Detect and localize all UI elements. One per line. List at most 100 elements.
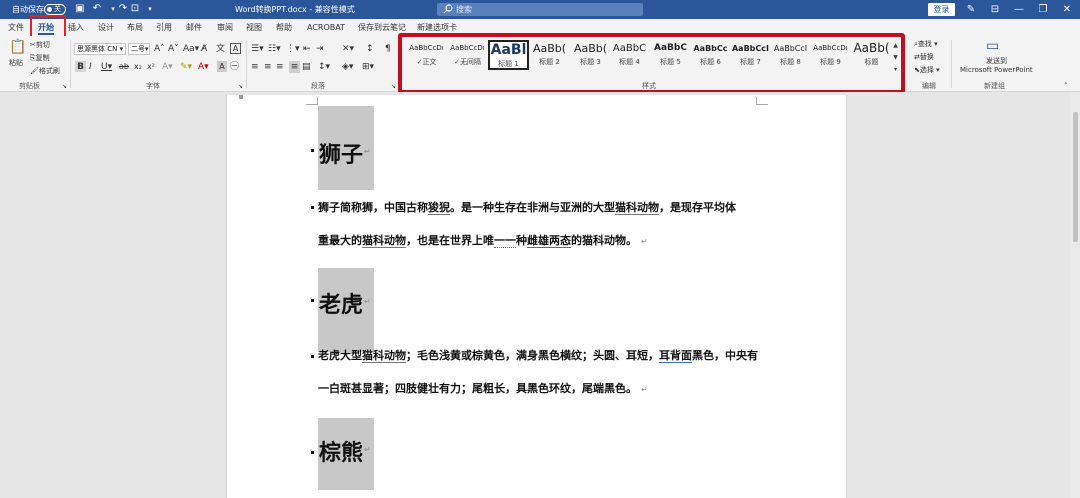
print-preview-icon[interactable]: ⊡ xyxy=(128,2,142,16)
send-to-powerpoint-icon[interactable]: ▭ xyxy=(986,39,999,53)
subscript-icon[interactable]: x₂ xyxy=(134,61,142,73)
gallery-up-icon[interactable]: ▲ xyxy=(893,42,898,49)
style-heading-1[interactable]: AaBl 标题 1 xyxy=(488,40,529,70)
style-heading-9[interactable]: AaBbCcDı 标题 9 xyxy=(810,40,851,70)
strikethrough-icon[interactable]: ab xyxy=(119,61,129,73)
style-heading-5[interactable]: AaBbC 标题 5 xyxy=(650,40,691,70)
heading-brown-bear[interactable]: 棕熊 ↵ xyxy=(318,418,374,490)
borders-icon[interactable]: ⊞▾ xyxy=(362,61,374,73)
paragraph-line[interactable]: 一白斑甚显著；四肢健壮有力；尾粗长，具黑色环纹，尾端黑色。 ↵ xyxy=(318,382,648,397)
line-spacing-icon[interactable]: ↕▾ xyxy=(318,61,330,73)
superscript-icon[interactable]: x² xyxy=(147,61,155,73)
decrease-indent-icon[interactable]: ⇤ xyxy=(303,43,311,55)
tab-file[interactable]: 文件 xyxy=(8,19,24,36)
scrollbar-thumb[interactable] xyxy=(1073,112,1078,242)
style-heading-3[interactable]: AaBb(标题 3 xyxy=(570,40,611,70)
change-case-icon[interactable]: Aa▾ xyxy=(183,43,199,55)
undo-icon[interactable]: ↶ xyxy=(90,2,104,16)
align-right-icon[interactable]: ≡ xyxy=(276,61,284,73)
close-icon[interactable]: ✕ xyxy=(1054,0,1080,19)
replace-button[interactable]: ⇄替换 xyxy=(914,52,934,63)
font-family-select[interactable]: 思源黑体 CN ▾ xyxy=(74,43,126,55)
bold-icon[interactable]: B xyxy=(75,61,86,72)
style-normal[interactable]: AaBbCcDı ✓正文 xyxy=(406,40,447,70)
tab-review[interactable]: 审阅 xyxy=(217,19,233,36)
enclose-char-icon[interactable]: ㊀ xyxy=(230,61,239,73)
heading-text: 棕熊 xyxy=(319,441,364,466)
copy-label: 复制 xyxy=(35,54,50,62)
show-marks-icon[interactable]: ¶ xyxy=(385,43,391,55)
distributed-icon[interactable]: ▤ xyxy=(302,61,311,73)
multilevel-list-icon[interactable]: ⋮▾ xyxy=(286,43,300,55)
gallery-down-icon[interactable]: ▼ xyxy=(893,54,898,61)
grow-font-icon[interactable]: A˄ xyxy=(154,43,165,55)
paragraph-line[interactable]: 老虎大型猫科动物；毛色浅黄或棕黄色，满身黑色横纹；头圆、耳短，耳背面黑色，中央有 xyxy=(318,349,758,363)
underline-icon[interactable]: U▾ xyxy=(101,61,112,73)
style-preview: AaBbCc xyxy=(693,44,728,53)
save-icon[interactable]: ▣ xyxy=(73,2,87,16)
pen-icon[interactable]: ✎ xyxy=(958,0,984,19)
format-painter-button[interactable]: 🖌格式刷 xyxy=(30,66,60,77)
search-box[interactable]: 搜索 xyxy=(437,3,643,16)
phonetic-guide-icon[interactable]: 文 xyxy=(216,43,225,55)
style-heading-2[interactable]: AaBb(标题 2 xyxy=(529,40,570,70)
style-heading-4[interactable]: AaBbC 标题 4 xyxy=(609,40,650,70)
find-button[interactable]: ⌕查找 ▾ xyxy=(914,39,938,50)
highlight-icon[interactable]: ✎▾ xyxy=(180,61,192,73)
tab-mailings[interactable]: 邮件 xyxy=(186,19,202,36)
heading-lion[interactable]: 狮子 ↵ xyxy=(318,106,374,190)
italic-icon[interactable]: I xyxy=(89,61,92,73)
char-shading-icon[interactable]: A xyxy=(217,61,227,72)
select-button[interactable]: ⬉选择 ▾ xyxy=(914,65,940,76)
gallery-more-icon[interactable]: ▾ xyxy=(894,66,897,73)
autosave-toggle[interactable]: 关 xyxy=(44,4,66,15)
collapse-ribbon-icon[interactable]: ˄ xyxy=(1064,80,1068,92)
tab-references[interactable]: 引用 xyxy=(156,19,172,36)
vertical-scrollbar[interactable] xyxy=(1071,92,1080,498)
heading-tiger[interactable]: 老虎 ↵ xyxy=(318,268,374,352)
numbering-icon[interactable]: ☷▾ xyxy=(268,43,281,55)
style-heading-7[interactable]: AaBbCcI 标题 7 xyxy=(730,40,771,70)
tab-insert[interactable]: 插入 xyxy=(68,19,84,36)
justify-icon[interactable]: ≡ xyxy=(289,61,300,73)
cut-button[interactable]: ✂剪切 xyxy=(30,40,50,51)
font-color-icon[interactable]: A▾ xyxy=(198,61,209,73)
style-heading-6[interactable]: AaBbCc 标题 6 xyxy=(690,40,731,70)
style-heading-8[interactable]: AaBbCcI 标题 8 xyxy=(770,40,811,70)
maximize-icon[interactable]: ❐ xyxy=(1030,0,1056,19)
customize-qat-icon[interactable]: ▾ xyxy=(143,2,157,16)
paragraph-line[interactable]: 狮子简称狮，中国古称狻猊。是一种生存在非洲与亚洲的大型猫科动物，是现存平均体 xyxy=(318,201,736,215)
sort-icon[interactable]: ↕ xyxy=(366,43,374,55)
shading-icon[interactable]: ◈▾ xyxy=(342,61,353,73)
gallery-scroll[interactable]: ▲ ▼ ▾ xyxy=(891,40,900,76)
paragraph-line[interactable]: 重最大的猫科动物，也是在世界上唯一一种雌雄两态的猫科动物。 ↵ xyxy=(318,234,648,249)
tab-help[interactable]: 帮助 xyxy=(276,19,292,36)
style-no-spacing[interactable]: AaBbCcDı ✓无间隔 xyxy=(447,40,488,70)
minimize-icon[interactable]: — xyxy=(1006,0,1032,19)
clear-format-icon[interactable]: A̸ xyxy=(201,43,207,55)
tab-acrobat[interactable]: ACROBAT xyxy=(307,19,345,36)
bullets-icon[interactable]: ☰▾ xyxy=(251,43,264,55)
chinese-layout-icon[interactable]: ✕▾ xyxy=(342,43,354,55)
tab-layout[interactable]: 布局 xyxy=(127,19,143,36)
style-name: 标题 xyxy=(864,58,879,66)
copy-button[interactable]: ⎘复制 xyxy=(30,53,50,64)
styles-group-label: 样式 xyxy=(642,82,656,90)
shrink-font-icon[interactable]: A˅ xyxy=(168,43,179,55)
increase-indent-icon[interactable]: ⇥ xyxy=(316,43,324,55)
send-to-app-label[interactable]: Microsoft PowerPoint xyxy=(960,65,1033,76)
font-size-select[interactable]: 二号▾ xyxy=(128,43,150,55)
login-button[interactable]: 登录 xyxy=(928,3,955,16)
tab-view[interactable]: 视图 xyxy=(246,19,262,36)
ribbon-display-icon[interactable]: ⊟ xyxy=(982,0,1008,19)
new-group-label: 新建组 xyxy=(984,82,1005,90)
align-center-icon[interactable]: ≡ xyxy=(264,61,272,73)
paste-label[interactable]: 粘贴 xyxy=(9,58,23,69)
tab-design[interactable]: 设计 xyxy=(98,19,114,36)
char-border-icon[interactable]: A xyxy=(230,43,241,54)
align-left-icon[interactable]: ≡ xyxy=(251,61,259,73)
paste-icon[interactable]: 📋 xyxy=(9,40,26,54)
text-effects-icon[interactable]: A▾ xyxy=(162,61,173,73)
style-title[interactable]: AaBb(标题 xyxy=(851,40,892,70)
title-bar: 自动保存 关 ▣ ↶ ▾ ↷ ⊡ ▾ Word转换PPT.docx - 兼容性模… xyxy=(0,0,1080,19)
